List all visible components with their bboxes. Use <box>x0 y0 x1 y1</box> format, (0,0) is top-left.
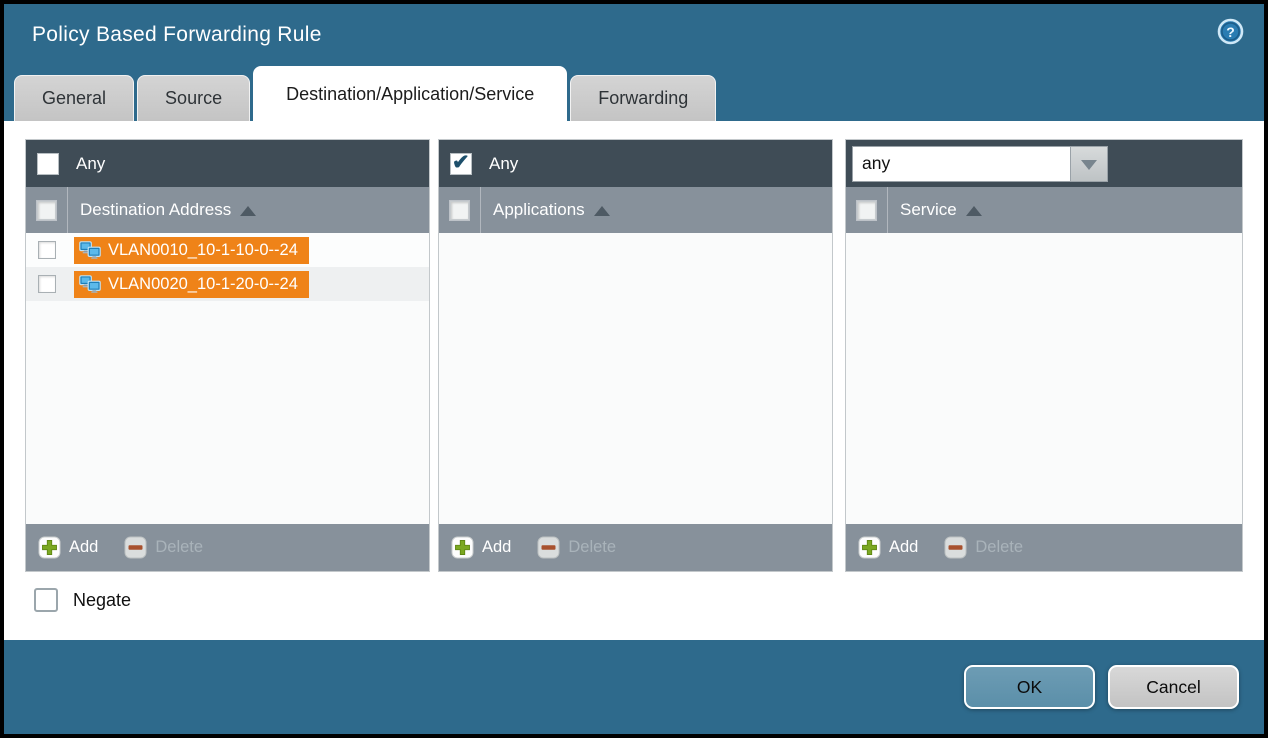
row-checkbox-cell <box>26 241 67 259</box>
selection-panels: Any Destination Address <box>25 139 1243 572</box>
add-button-label: Add <box>69 538 98 557</box>
destination-select-all-checkbox[interactable] <box>37 201 56 220</box>
delete-button[interactable]: Delete <box>944 536 1023 559</box>
minus-icon <box>124 536 147 559</box>
destination-any-bar: Any <box>26 140 429 187</box>
dialog-footer: OK Cancel <box>4 640 1264 734</box>
delete-button[interactable]: Delete <box>124 536 203 559</box>
service-dropdown-value[interactable]: any <box>852 146 1070 182</box>
service-panel: any Service <box>845 139 1243 572</box>
sort-ascending-icon <box>966 206 982 216</box>
svg-text:?: ? <box>1226 24 1235 40</box>
tab-general-label: General <box>42 88 106 109</box>
minus-icon <box>537 536 560 559</box>
plus-icon <box>451 536 474 559</box>
service-header-checkbox-cell <box>846 187 887 233</box>
negate-checkbox[interactable] <box>34 588 58 612</box>
tab-destination-label: Destination/Application/Service <box>286 84 534 105</box>
tab-content: Any Destination Address <box>4 121 1264 640</box>
address-object-label: VLAN0010_10-1-10-0--24 <box>108 241 298 260</box>
tab-destination-application-service[interactable]: Destination/Application/Service <box>253 66 567 121</box>
plus-icon <box>38 536 61 559</box>
cancel-button[interactable]: Cancel <box>1108 665 1239 709</box>
service-list <box>846 233 1242 524</box>
add-button[interactable]: Add <box>451 536 511 559</box>
tab-forwarding-label: Forwarding <box>598 88 688 109</box>
destination-column-label: Destination Address <box>80 200 231 220</box>
applications-list <box>439 233 832 524</box>
table-row[interactable]: VLAN0020_10-1-20-0--24 <box>26 267 429 301</box>
service-any-bar: any <box>846 140 1242 187</box>
service-select-all-checkbox[interactable] <box>857 201 876 220</box>
dialog-screen: Policy Based Forwarding Rule ? General S… <box>0 0 1268 738</box>
add-button[interactable]: Add <box>38 536 98 559</box>
chevron-down-icon <box>1081 160 1097 170</box>
tab-strip: General Source Destination/Application/S… <box>4 66 1264 121</box>
ok-button[interactable]: OK <box>964 665 1095 709</box>
applications-select-all-checkbox[interactable] <box>450 201 469 220</box>
service-column-label-cell[interactable]: Service <box>887 187 1242 233</box>
tab-forwarding[interactable]: Forwarding <box>570 75 716 121</box>
add-button-label: Add <box>889 538 918 557</box>
applications-header-checkbox-cell <box>439 187 480 233</box>
delete-button-label: Delete <box>155 538 203 557</box>
dialog-title: Policy Based Forwarding Rule <box>32 23 322 47</box>
address-object-chip[interactable]: VLAN0020_10-1-20-0--24 <box>74 271 309 298</box>
destination-header-checkbox-cell <box>26 187 67 233</box>
destination-column-label-cell[interactable]: Destination Address <box>67 187 429 233</box>
address-object-label: VLAN0020_10-1-20-0--24 <box>108 275 298 294</box>
network-icon <box>79 275 101 293</box>
applications-panel: Any Applications <box>438 139 833 572</box>
tab-source-label: Source <box>165 88 222 109</box>
negate-label: Negate <box>73 590 131 611</box>
sort-ascending-icon <box>240 206 256 216</box>
add-button[interactable]: Add <box>858 536 918 559</box>
network-icon <box>79 241 101 259</box>
destination-any-checkbox[interactable] <box>37 153 59 175</box>
applications-any-bar: Any <box>439 140 832 187</box>
service-column-header: Service <box>846 187 1242 233</box>
applications-footer-bar: Add Delete <box>439 524 832 571</box>
applications-column-label: Applications <box>493 200 585 220</box>
applications-column-header: Applications <box>439 187 832 233</box>
table-row[interactable]: VLAN0010_10-1-10-0--24 <box>26 233 429 267</box>
row-checkbox[interactable] <box>38 241 56 259</box>
destination-address-panel: Any Destination Address <box>25 139 430 572</box>
destination-any-label: Any <box>76 154 105 174</box>
applications-any-checkbox[interactable] <box>450 153 472 175</box>
negate-row: Negate <box>25 572 1243 612</box>
minus-icon <box>944 536 967 559</box>
service-column-label: Service <box>900 200 957 220</box>
delete-button[interactable]: Delete <box>537 536 616 559</box>
delete-button-label: Delete <box>975 538 1023 557</box>
sort-ascending-icon <box>594 206 610 216</box>
row-checkbox-cell <box>26 275 67 293</box>
destination-address-list: VLAN0010_10-1-10-0--24 <box>26 233 429 524</box>
plus-icon <box>858 536 881 559</box>
tab-source[interactable]: Source <box>137 75 250 121</box>
service-dropdown[interactable]: any <box>852 146 1108 182</box>
service-dropdown-button[interactable] <box>1070 146 1108 182</box>
address-object-chip[interactable]: VLAN0010_10-1-10-0--24 <box>74 237 309 264</box>
policy-based-forwarding-dialog: Policy Based Forwarding Rule ? General S… <box>4 4 1264 734</box>
service-footer-bar: Add Delete <box>846 524 1242 571</box>
delete-button-label: Delete <box>568 538 616 557</box>
add-button-label: Add <box>482 538 511 557</box>
destination-column-header: Destination Address <box>26 187 429 233</box>
help-icon[interactable]: ? <box>1217 18 1244 45</box>
row-checkbox[interactable] <box>38 275 56 293</box>
destination-footer-bar: Add Delete <box>26 524 429 571</box>
tab-general[interactable]: General <box>14 75 134 121</box>
title-bar: Policy Based Forwarding Rule ? <box>4 4 1264 66</box>
applications-any-label: Any <box>489 154 518 174</box>
applications-column-label-cell[interactable]: Applications <box>480 187 832 233</box>
